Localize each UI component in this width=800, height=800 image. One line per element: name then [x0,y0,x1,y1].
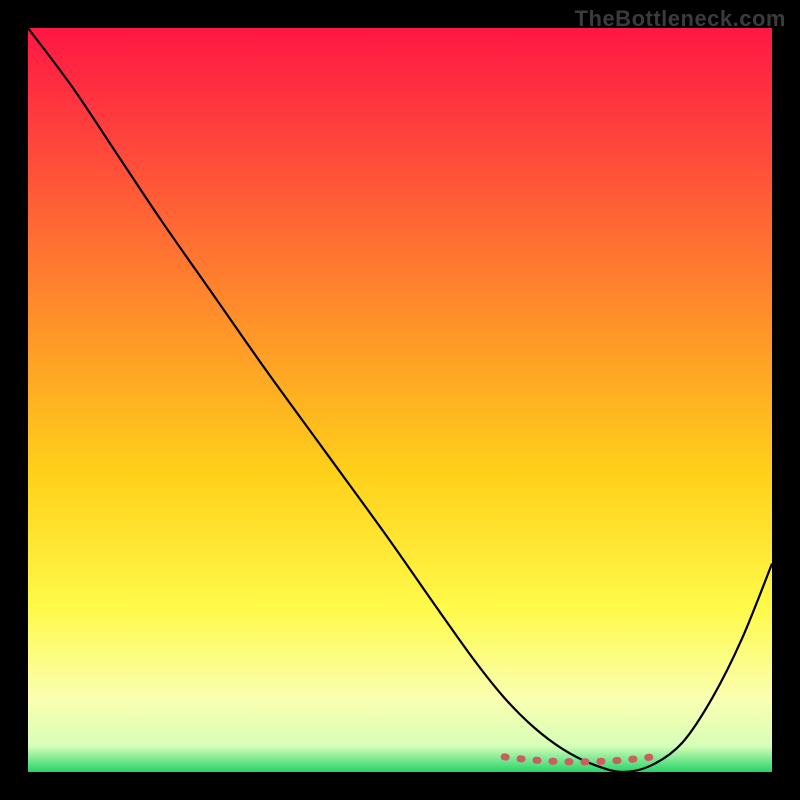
bottleneck-line-chart [28,28,772,772]
chart-frame: TheBottleneck.com [0,0,800,800]
watermark-source: TheBottleneck.com [575,6,786,32]
plot-background [28,28,772,772]
